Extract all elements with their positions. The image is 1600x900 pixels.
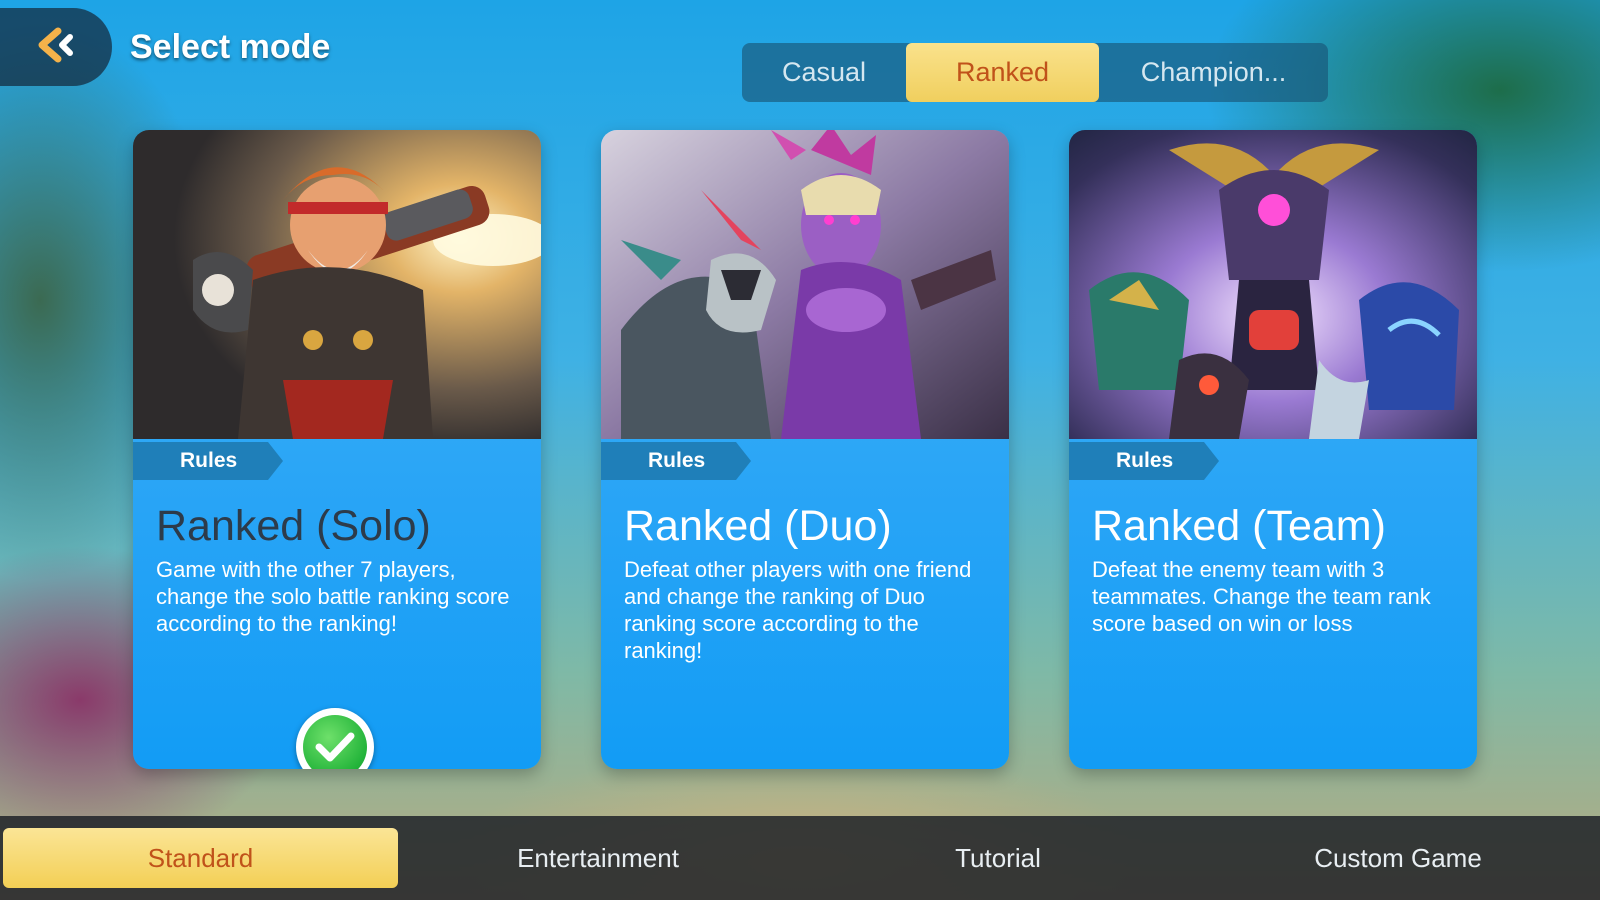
rules-tag[interactable]: Rules bbox=[133, 442, 283, 480]
card-description: Defeat other players with one friend and… bbox=[624, 557, 972, 663]
tab-standard[interactable]: Standard bbox=[3, 828, 398, 888]
rules-tag[interactable]: Rules bbox=[1069, 442, 1219, 480]
tab-championship[interactable]: Champion... bbox=[1099, 43, 1328, 102]
back-button[interactable] bbox=[0, 8, 112, 86]
card-description: Defeat the enemy team with 3 teammates. … bbox=[1092, 557, 1431, 636]
tab-ranked[interactable]: Ranked bbox=[906, 43, 1099, 102]
card-title: Ranked (Team) bbox=[1092, 502, 1386, 550]
back-arrow-icon bbox=[32, 25, 80, 70]
ranked-duo-artwork bbox=[601, 130, 1009, 439]
page-title: Select mode bbox=[130, 28, 331, 66]
ranked-solo-artwork bbox=[133, 130, 541, 439]
mode-card-ranked-team[interactable]: Rules Ranked (Team) Defeat the enemy tea… bbox=[1069, 130, 1477, 769]
mode-card-ranked-solo[interactable]: Rules Ranked (Solo) Game with the other … bbox=[133, 130, 541, 769]
tab-entertainment[interactable]: Entertainment bbox=[398, 816, 798, 900]
tab-custom-game[interactable]: Custom Game bbox=[1198, 816, 1598, 900]
selected-check-icon bbox=[296, 708, 374, 769]
rules-tag[interactable]: Rules bbox=[601, 442, 751, 480]
card-description: Game with the other 7 players, change th… bbox=[156, 557, 510, 636]
tab-tutorial[interactable]: Tutorial bbox=[798, 816, 1198, 900]
card-title: Ranked (Duo) bbox=[624, 502, 892, 550]
ranked-team-artwork bbox=[1069, 130, 1477, 439]
mode-card-ranked-duo[interactable]: Rules Ranked (Duo) Defeat other players … bbox=[601, 130, 1009, 769]
tab-casual[interactable]: Casual bbox=[742, 43, 906, 102]
mode-tab-group: Casual Ranked Champion... bbox=[742, 43, 1328, 102]
card-title: Ranked (Solo) bbox=[156, 502, 431, 550]
bottom-tab-bar: Standard Entertainment Tutorial Custom G… bbox=[0, 816, 1600, 900]
